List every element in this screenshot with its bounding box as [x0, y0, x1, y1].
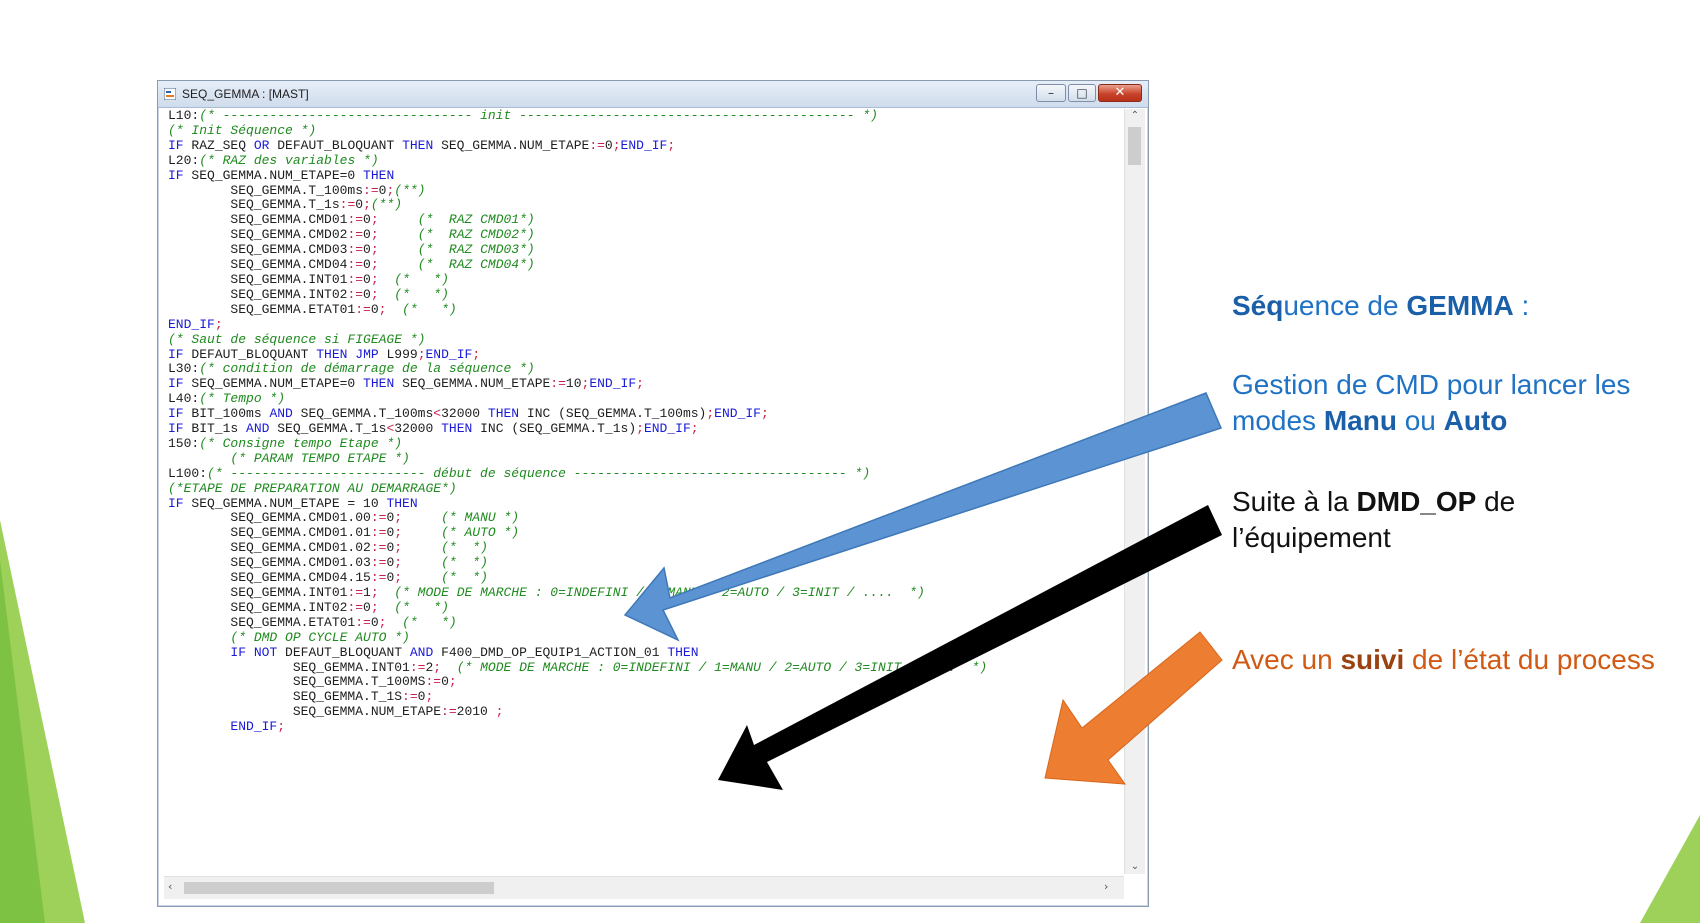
annotation-seq-text: uence de: [1283, 290, 1407, 321]
slide: SEQ_GEMMA : [MAST] – □ ✕ L10:(* --------…: [0, 0, 1700, 923]
annotation-suite-dmd-op: Suite à la DMD_OP de l’équipement: [1232, 484, 1692, 556]
annotation-seq-colon: :: [1513, 290, 1530, 321]
orange-arrow: [1044, 631, 1223, 785]
annotation-arrows: [623, 392, 1223, 790]
annotation-avec-text: Avec un: [1232, 644, 1341, 675]
annotation-dmd-op-bold: DMD_OP: [1356, 486, 1477, 517]
annotation-gestion-line1: Gestion de CMD pour lancer les: [1232, 369, 1631, 400]
annotation-modes-text: modes: [1232, 405, 1324, 436]
annotation-seq-bold: Séq: [1232, 290, 1284, 321]
annotation-gestion-cmd: Gestion de CMD pour lancer les modes Man…: [1232, 367, 1692, 439]
annotation-suite-line2: l’équipement: [1232, 522, 1391, 553]
annotation-suite-text: Suite à la: [1232, 486, 1357, 517]
annotation-suivi-etat: Avec un suivi de l’état du process: [1232, 642, 1692, 678]
annotation-auto-bold: Auto: [1443, 405, 1508, 436]
annotation-suite-de: de: [1476, 486, 1516, 517]
black-arrow: [718, 505, 1222, 790]
annotation-manu-bold: Manu: [1323, 405, 1397, 436]
annotation-ou-text: ou: [1396, 405, 1444, 436]
annotation-sequence-gemma: Séquence de GEMMA :: [1232, 288, 1692, 324]
annotation-suivi-bold: suivi: [1340, 644, 1405, 675]
blue-arrow: [623, 392, 1223, 642]
annotation-gemma-bold: GEMMA: [1406, 290, 1514, 321]
annotation-process-text: de l’état du process: [1404, 644, 1655, 675]
annotation-suite-line1: Suite à la DMD_OP de: [1232, 484, 1692, 520]
annotation-gestion-line2: modes Manu ou Auto: [1232, 403, 1692, 439]
